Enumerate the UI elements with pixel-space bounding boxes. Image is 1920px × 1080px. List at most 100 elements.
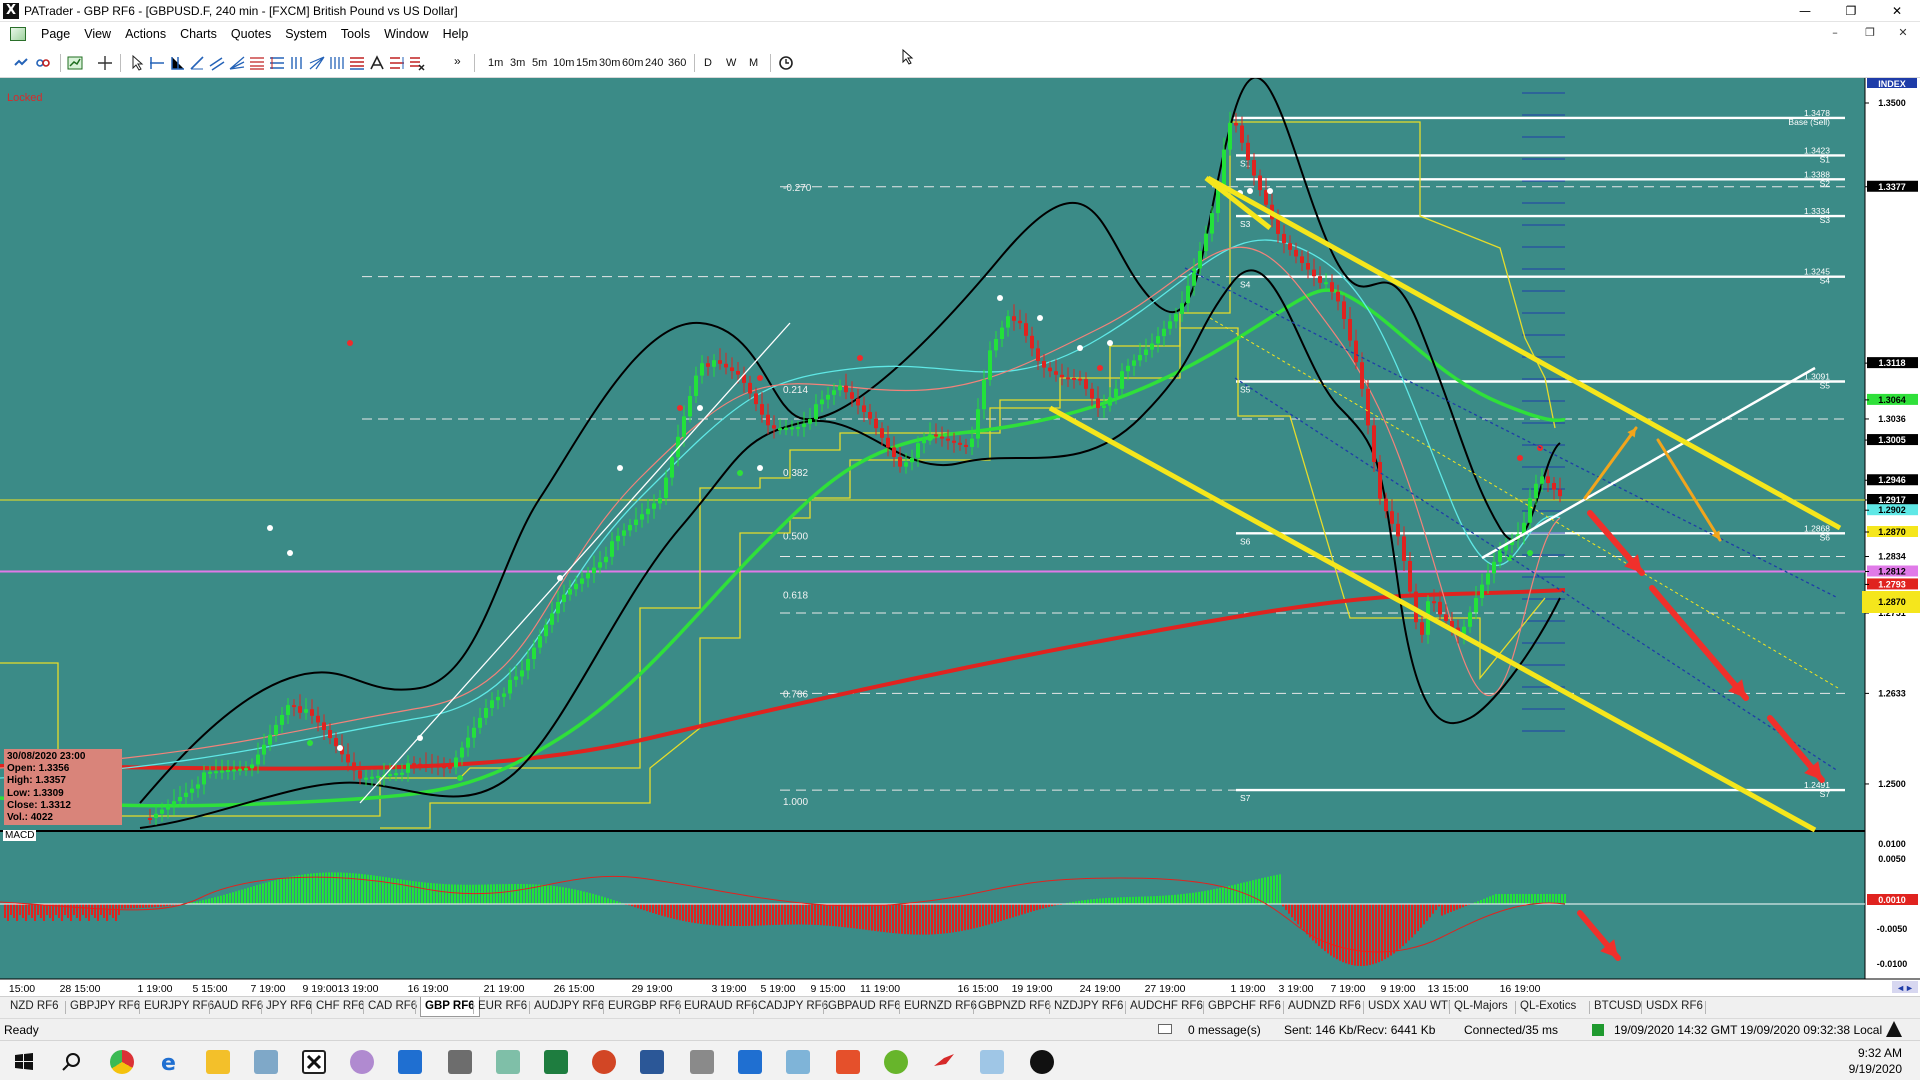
symbol-tab-usdx-xau-wti[interactable]: USDX XAU WTI xyxy=(1368,1000,1451,1012)
app-icon-leaf[interactable] xyxy=(884,1050,908,1074)
maximize-button[interactable]: ❐ xyxy=(1828,0,1874,22)
cycle-lines-icon[interactable] xyxy=(328,54,346,72)
app-icon-screen[interactable] xyxy=(496,1050,520,1074)
fib-time-icon[interactable] xyxy=(288,54,306,72)
mdi-minimize-button[interactable]: – xyxy=(1820,26,1850,39)
file-explorer-icon[interactable] xyxy=(206,1050,230,1074)
symbol-tab-jpy-rf6[interactable]: JPY RF6 xyxy=(266,1000,312,1012)
tf-daily[interactable]: D xyxy=(704,57,712,69)
status-messages[interactable]: 0 message(s) xyxy=(1188,1023,1261,1037)
crosshair-icon[interactable] xyxy=(96,54,114,72)
fib-extension-icon[interactable] xyxy=(268,54,286,72)
symbol-tab-gbpaud-rf6[interactable]: GBPAUD RF6 xyxy=(828,1000,901,1012)
mdi-close-button[interactable]: ✕ xyxy=(1888,26,1918,39)
tf-1m[interactable]: 1m xyxy=(488,57,503,69)
gann-icon[interactable] xyxy=(308,54,326,72)
chain-icon[interactable] xyxy=(34,54,52,72)
tf-3m[interactable]: 3m xyxy=(510,57,525,69)
powerpoint-icon[interactable] xyxy=(592,1050,616,1074)
horizontal-line-icon[interactable] xyxy=(148,54,166,72)
chart-page-icon[interactable] xyxy=(10,27,26,41)
chrome-icon[interactable] xyxy=(110,1050,134,1074)
mail-icon[interactable] xyxy=(1158,1024,1172,1034)
symbol-tab-audchf-rf6[interactable]: AUDCHF RF6 xyxy=(1130,1000,1203,1012)
symbol-tab-eur-rf6[interactable]: EUR RF6 xyxy=(478,1000,527,1012)
symbol-tab-audjpy-rf6[interactable]: AUDJPY RF6 xyxy=(534,1000,604,1012)
tf-60m[interactable]: 60m xyxy=(622,57,643,69)
tf-30m[interactable]: 30m xyxy=(599,57,620,69)
symbol-tab-eurgbp-rf6[interactable]: EURGBP RF6 xyxy=(608,1000,681,1012)
menu-help[interactable]: Help xyxy=(436,27,476,41)
vertical-line-icon[interactable] xyxy=(168,54,186,72)
new-chart-icon[interactable] xyxy=(66,54,84,72)
symbol-tab-cad-rf6[interactable]: CAD RF6 xyxy=(368,1000,417,1012)
symbol-tab-btcusd[interactable]: BTCUSD xyxy=(1594,1000,1641,1012)
symbol-tab-audnzd-rf6[interactable]: AUDNZD RF6 xyxy=(1288,1000,1361,1012)
tf-360[interactable]: 360 xyxy=(668,57,686,69)
tf-15m[interactable]: 15m xyxy=(576,57,597,69)
edge-icon[interactable]: e xyxy=(158,1050,182,1076)
symbol-tab-aud-rf6[interactable]: AUD RF6 xyxy=(214,1000,263,1012)
app-icon-box[interactable] xyxy=(690,1050,714,1074)
chart-area[interactable]: INDEX -0.270 0.214 0.382 0.500 0.618 0.786 1.00… xyxy=(0,78,1920,996)
app-icon-doc[interactable] xyxy=(980,1050,1004,1074)
search-icon[interactable] xyxy=(60,1050,84,1074)
app-icon-pen[interactable] xyxy=(254,1050,278,1074)
outlook-icon[interactable] xyxy=(398,1050,422,1074)
price-chart[interactable]: INDEX-0.2700.2140.3820.5000.6180.7861.00… xyxy=(0,78,1920,996)
clock-icon[interactable] xyxy=(777,54,795,72)
tf-weekly[interactable]: W xyxy=(726,57,736,69)
app-icon-bird[interactable] xyxy=(932,1050,956,1074)
calculator-icon[interactable] xyxy=(448,1050,472,1074)
menu-quotes[interactable]: Quotes xyxy=(224,27,278,41)
trend-line-icon[interactable] xyxy=(188,54,206,72)
menu-tools[interactable]: Tools xyxy=(334,27,377,41)
mdi-restore-button[interactable]: ❐ xyxy=(1855,26,1885,39)
cursor-icon[interactable] xyxy=(128,54,146,72)
delete-drawings-icon[interactable] xyxy=(408,54,426,72)
menu-page[interactable]: Page xyxy=(34,27,77,41)
menu-system[interactable]: System xyxy=(278,27,334,41)
excel-icon[interactable] xyxy=(544,1050,568,1074)
symbol-tab-euraud-rf6[interactable]: EURAUD RF6 xyxy=(684,1000,757,1012)
symbol-tab-eurnzd-rf6[interactable]: EURNZD RF6 xyxy=(904,1000,977,1012)
symbol-tab-usdx-rf6[interactable]: USDX RF6 xyxy=(1646,1000,1703,1012)
minimize-button[interactable]: — xyxy=(1782,0,1828,22)
tf-5m[interactable]: 5m xyxy=(532,57,547,69)
pivot-lines-icon[interactable] xyxy=(348,54,366,72)
fib-retracement-icon[interactable] xyxy=(248,54,266,72)
system-clock[interactable]: 9:32 AM 9/19/2020 xyxy=(1849,1045,1902,1077)
app-icon-dark[interactable] xyxy=(1030,1050,1054,1074)
levels-tool-icon[interactable] xyxy=(388,54,406,72)
app-icon-window[interactable] xyxy=(786,1050,810,1074)
symbol-tab-gbpchf-rf6[interactable]: GBPCHF RF6 xyxy=(1208,1000,1281,1012)
menu-charts[interactable]: Charts xyxy=(173,27,224,41)
symbol-tab-ql-exotics[interactable]: QL-Exotics xyxy=(1520,1000,1576,1012)
podcast-app-icon[interactable] xyxy=(350,1050,374,1074)
fib-fan-icon[interactable] xyxy=(228,54,246,72)
link-icon[interactable] xyxy=(12,54,30,72)
symbol-tab-chf-rf6[interactable]: CHF RF6 xyxy=(316,1000,365,1012)
symbol-tab-cadjpy-rf6[interactable]: CADJPY RF6 xyxy=(758,1000,828,1012)
symbol-tab-nzdjpy-rf6[interactable]: NZDJPY RF6 xyxy=(1054,1000,1123,1012)
symbol-tab-gbp-rf6[interactable]: GBP RF6 xyxy=(420,997,480,1017)
patrader-taskbar-icon[interactable] xyxy=(302,1050,326,1074)
symbol-tab-gbpnzd-rf6[interactable]: GBPNZD RF6 xyxy=(978,1000,1051,1012)
tf-240[interactable]: 240 xyxy=(645,57,663,69)
windows-start-icon[interactable] xyxy=(12,1050,36,1074)
more-tools-button[interactable]: » xyxy=(454,54,461,68)
tf-10m[interactable]: 10m xyxy=(553,57,574,69)
close-button[interactable]: ✕ xyxy=(1874,0,1920,22)
word-icon[interactable] xyxy=(640,1050,664,1074)
symbol-tab-ql-majors[interactable]: QL-Majors xyxy=(1454,1000,1508,1012)
symbol-tab-nzd-rf6[interactable]: NZD RF6 xyxy=(10,1000,59,1012)
menu-window[interactable]: Window xyxy=(377,27,435,41)
symbol-tab-eurjpy-rf6[interactable]: EURJPY RF6 xyxy=(144,1000,214,1012)
tf-monthly[interactable]: M xyxy=(749,57,758,69)
text-tool-icon[interactable] xyxy=(368,54,386,72)
app-icon-s-orange[interactable] xyxy=(836,1050,860,1074)
warning-icon[interactable] xyxy=(1886,1021,1902,1037)
app-icon-s-blue[interactable] xyxy=(738,1050,762,1074)
menu-view[interactable]: View xyxy=(77,27,118,41)
menu-actions[interactable]: Actions xyxy=(118,27,173,41)
